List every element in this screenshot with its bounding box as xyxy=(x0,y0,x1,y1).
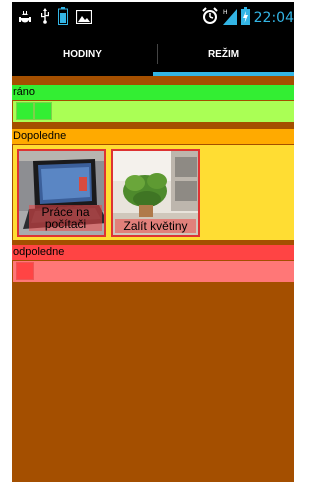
slot-afternoon-1[interactable] xyxy=(16,262,34,280)
section-slots-afternoon[interactable] xyxy=(13,261,294,282)
tab-rezim[interactable]: REŽIM xyxy=(153,32,294,76)
activity-card-label: Práce na počítači xyxy=(29,205,102,231)
section-title: odpoledne xyxy=(13,246,65,258)
section-title: Dopoledne xyxy=(13,130,67,142)
tab-label: HODINY xyxy=(63,48,102,60)
battery-sd-icon xyxy=(58,7,68,29)
schedule-content[interactable]: ráno Dopoledne Práce na počítači Zalít k… xyxy=(12,76,294,482)
section-header-afternoon[interactable]: odpoledne xyxy=(12,245,294,260)
activity-card-label: Zalít květiny xyxy=(115,219,196,233)
tab-bar: HODINY REŽIM xyxy=(12,32,294,76)
status-bar-system: H 22:04 xyxy=(201,7,294,29)
svg-text:H: H xyxy=(223,9,228,16)
section-cards-forenoon[interactable]: Práce na počítači Zalít květiny xyxy=(13,145,294,240)
slot-morning-2[interactable] xyxy=(34,102,52,120)
android-debug-icon xyxy=(18,9,32,28)
signal-icon: H xyxy=(222,7,237,29)
section-header-morning[interactable]: ráno xyxy=(12,85,294,100)
section-header-forenoon[interactable]: Dopoledne xyxy=(12,129,294,144)
tab-hodiny[interactable]: HODINY xyxy=(12,32,153,76)
usb-icon xyxy=(40,8,50,28)
status-bar-clock: 22:04 xyxy=(253,10,294,26)
section-title: ráno xyxy=(13,86,36,98)
alarm-icon xyxy=(201,7,219,29)
slot-morning-1[interactable] xyxy=(16,102,34,120)
image-icon xyxy=(75,9,93,28)
status-bar-notifications xyxy=(18,7,93,29)
activity-card-water-plants[interactable]: Zalít květiny xyxy=(111,149,200,237)
battery-charging-icon xyxy=(240,7,250,29)
activity-card-computer-work[interactable]: Práce na počítači xyxy=(17,149,106,237)
tab-label: REŽIM xyxy=(207,48,240,60)
status-bar: H 22:04 xyxy=(12,2,294,32)
section-slots-morning[interactable] xyxy=(13,101,294,122)
